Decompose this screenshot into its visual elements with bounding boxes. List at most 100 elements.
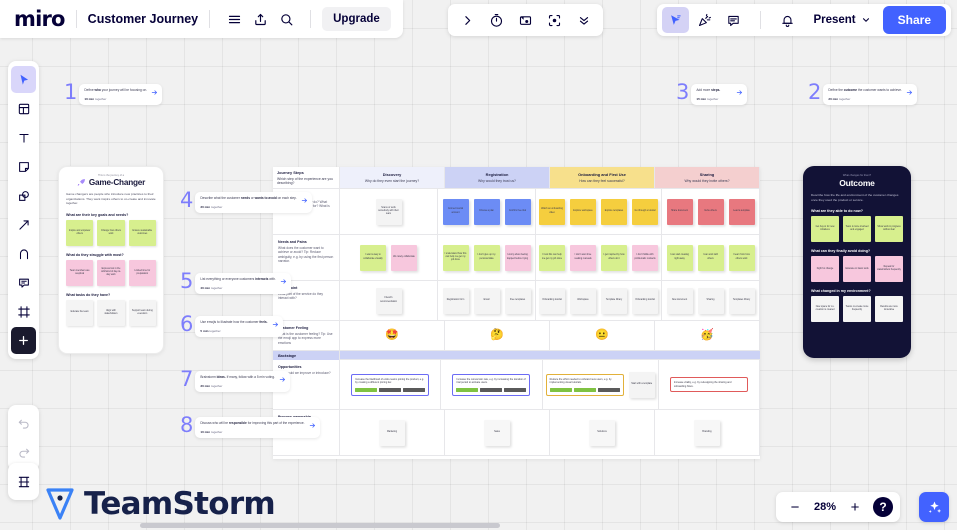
map-cell[interactable]: 😐 <box>550 321 655 350</box>
hamburger-menu-icon[interactable] <box>221 6 247 32</box>
sticky-note[interactable]: Align with stakeholders <box>97 299 125 326</box>
map-cell[interactable]: Sales <box>445 410 550 455</box>
sticky-note[interactable]: Free templates <box>504 287 531 314</box>
map-cell[interactable]: Solutions <box>550 410 655 455</box>
map-column-header[interactable]: Onboarding and First Use How can they fee… <box>550 167 655 188</box>
sticky-note[interactable]: I get inspired by how others do it <box>601 244 627 271</box>
sticky-note[interactable]: Ensure sustainable outcomes <box>128 219 156 246</box>
share-upload-icon[interactable] <box>247 6 273 32</box>
sticky-note[interactable]: Get buy-in for new initiatives <box>811 216 839 243</box>
sticky-note[interactable]: Support team during execution <box>128 299 156 326</box>
emoji-reaction[interactable]: 🤔 <box>490 330 504 341</box>
sticky-note[interactable]: Email <box>473 287 500 314</box>
zoom-in-button[interactable]: + <box>843 495 867 519</box>
opportunity-card[interactable]: Increase virality, e.g. by redesigning t… <box>669 377 748 392</box>
frame-tool[interactable] <box>11 298 36 325</box>
map-column-header[interactable]: Journey Steps Which step of the experienc… <box>273 167 340 188</box>
comment-icon[interactable] <box>720 7 747 33</box>
arrow-right-icon[interactable] <box>151 89 158 96</box>
undo-button[interactable] <box>11 410 36 437</box>
sticky-note[interactable]: Connect social account <box>442 198 469 225</box>
sticky-note[interactable]: Registration form <box>442 287 469 314</box>
table-tool[interactable] <box>11 468 36 495</box>
map-cell[interactable]: New document Sharing Templates library <box>662 281 760 320</box>
step-box[interactable]: List everything or everyone customers in… <box>195 273 291 294</box>
emoji-reaction[interactable]: 🤩 <box>385 330 399 341</box>
sticky-note[interactable]: I can work with others <box>697 244 724 271</box>
sticky-note[interactable]: New space for co-creation is created <box>811 296 839 323</box>
horizontal-scrollbar[interactable] <box>140 523 500 528</box>
sticky-note[interactable]: Branding <box>694 419 720 446</box>
sticky-note[interactable]: I want a way to collaborate visually <box>360 244 386 271</box>
sticky-note[interactable]: Explore workspace <box>570 198 596 225</box>
sticky-note[interactable]: Friend's recommendation <box>375 287 402 314</box>
step-box[interactable]: Discuss who will be responsible for impr… <box>195 417 320 438</box>
sticky-note[interactable]: I don't want time reading manuals <box>570 244 596 271</box>
sticky-note[interactable]: Go through a tutorial <box>632 198 658 225</box>
step-callout[interactable]: 6 Use emojis to illustrate how the custom… <box>180 314 283 337</box>
map-cell[interactable]: Onboarding tutorial Workspace Template lib… <box>536 281 662 320</box>
zoom-level[interactable]: 28% <box>810 501 840 513</box>
arrow-right-icon[interactable] <box>272 321 279 328</box>
sticky-note[interactable]: Invite others <box>697 198 724 225</box>
step-callout[interactable]: 2 Define the outcome the customer wants t… <box>808 82 917 105</box>
collapse-icon[interactable] <box>570 7 597 33</box>
miro-logo[interactable]: miro <box>14 8 65 30</box>
sticky-note[interactable]: Sales <box>484 419 510 446</box>
map-cell[interactable]: Branding <box>655 410 760 455</box>
arrow-right-icon[interactable] <box>279 376 286 383</box>
sticky-note[interactable]: Results are more innovative <box>875 296 903 323</box>
map-cell[interactable]: Increase the likelihood of entire teams … <box>340 360 442 409</box>
sticky-note[interactable]: Template library <box>601 287 627 314</box>
sticky-note-tool[interactable] <box>11 153 36 180</box>
step-box[interactable]: Brainstorm ideas. If many, follow with a… <box>195 371 290 392</box>
sticky-note[interactable]: Express lost in the whirlwind of day-to-… <box>97 259 125 286</box>
persona-card-game-changer[interactable]: This is the journey of a Game-Changer Ga… <box>58 166 164 354</box>
map-column-header[interactable]: Registration Why would they trust us? <box>445 167 550 188</box>
celebrate-icon[interactable] <box>691 7 718 33</box>
sticky-note[interactable]: We rarely collaborate <box>391 244 417 271</box>
arrow-right-icon[interactable] <box>309 422 316 429</box>
arrow-right-icon[interactable] <box>906 89 913 96</box>
map-cell[interactable]: 🤔 <box>445 321 550 350</box>
opportunity-card[interactable]: Increase the conversion rate, e.g. by in… <box>452 373 531 396</box>
cursor-tool[interactable] <box>11 66 36 93</box>
screenshot-icon[interactable] <box>512 7 539 33</box>
map-cell[interactable]: I trust this can help me get my job done… <box>536 235 662 280</box>
notification-bell-icon[interactable] <box>774 7 801 33</box>
map-cell[interactable]: I can start creating right away I can wor… <box>662 235 760 280</box>
map-cell[interactable]: 🥳 <box>655 321 760 350</box>
text-tool[interactable] <box>11 124 36 151</box>
sticky-note[interactable]: Marketing <box>379 419 405 446</box>
pen-tool[interactable] <box>11 240 36 267</box>
step-callout[interactable]: 8 Discuss who will be responsible for imp… <box>180 415 320 438</box>
sticky-note[interactable]: I understand how this can help me get my… <box>442 244 469 271</box>
map-cell[interactable]: Connect social account Choose a plan Confi… <box>438 189 536 234</box>
emoji-reaction[interactable]: 🥳 <box>700 330 714 341</box>
map-column-header[interactable]: Sharing Why would they invite others? <box>655 167 760 188</box>
chevron-right-icon[interactable] <box>454 7 481 33</box>
focus-mode-icon[interactable] <box>541 7 568 33</box>
sticky-note[interactable]: Teams co-create more frequently <box>843 296 871 323</box>
sticky-note[interactable]: Educate on basic tools <box>843 256 871 283</box>
sticky-note[interactable]: Educate the team <box>66 299 94 326</box>
map-cell[interactable]: Increase the conversion rate, e.g. by in… <box>441 360 543 409</box>
arrow-right-icon[interactable] <box>301 197 308 204</box>
sticky-note[interactable]: Repeat for stakeholders frequently <box>875 256 903 283</box>
row-label[interactable]: Customer Feeling What is the customer fee… <box>273 321 340 350</box>
sticky-note[interactable]: I worry about feeling trapped before try… <box>504 244 531 271</box>
sticky-note[interactable]: Confirm free trial <box>504 198 531 225</box>
map-cell[interactable]: Marketing <box>340 410 445 455</box>
help-button[interactable]: ? <box>873 497 893 517</box>
sticky-note[interactable]: Team members are sceptical <box>66 259 94 286</box>
map-cell[interactable]: Watch an onboarding video Explore workspa… <box>536 189 662 234</box>
arrow-right-icon[interactable] <box>736 89 743 96</box>
more-apps-tool[interactable] <box>11 327 36 354</box>
sticky-note[interactable]: Explore templates <box>601 198 627 225</box>
map-cell[interactable]: I want a way to collaborate visually We r… <box>340 235 438 280</box>
step-box[interactable]: Describe what the customer needs or want… <box>195 192 312 213</box>
sticky-note[interactable]: Change how others work <box>97 219 125 246</box>
sticky-note[interactable]: Inspire and empower others <box>66 219 94 246</box>
step-box[interactable]: Define the outcome the customer wants to… <box>823 84 917 105</box>
arrow-right-icon[interactable] <box>280 278 287 285</box>
